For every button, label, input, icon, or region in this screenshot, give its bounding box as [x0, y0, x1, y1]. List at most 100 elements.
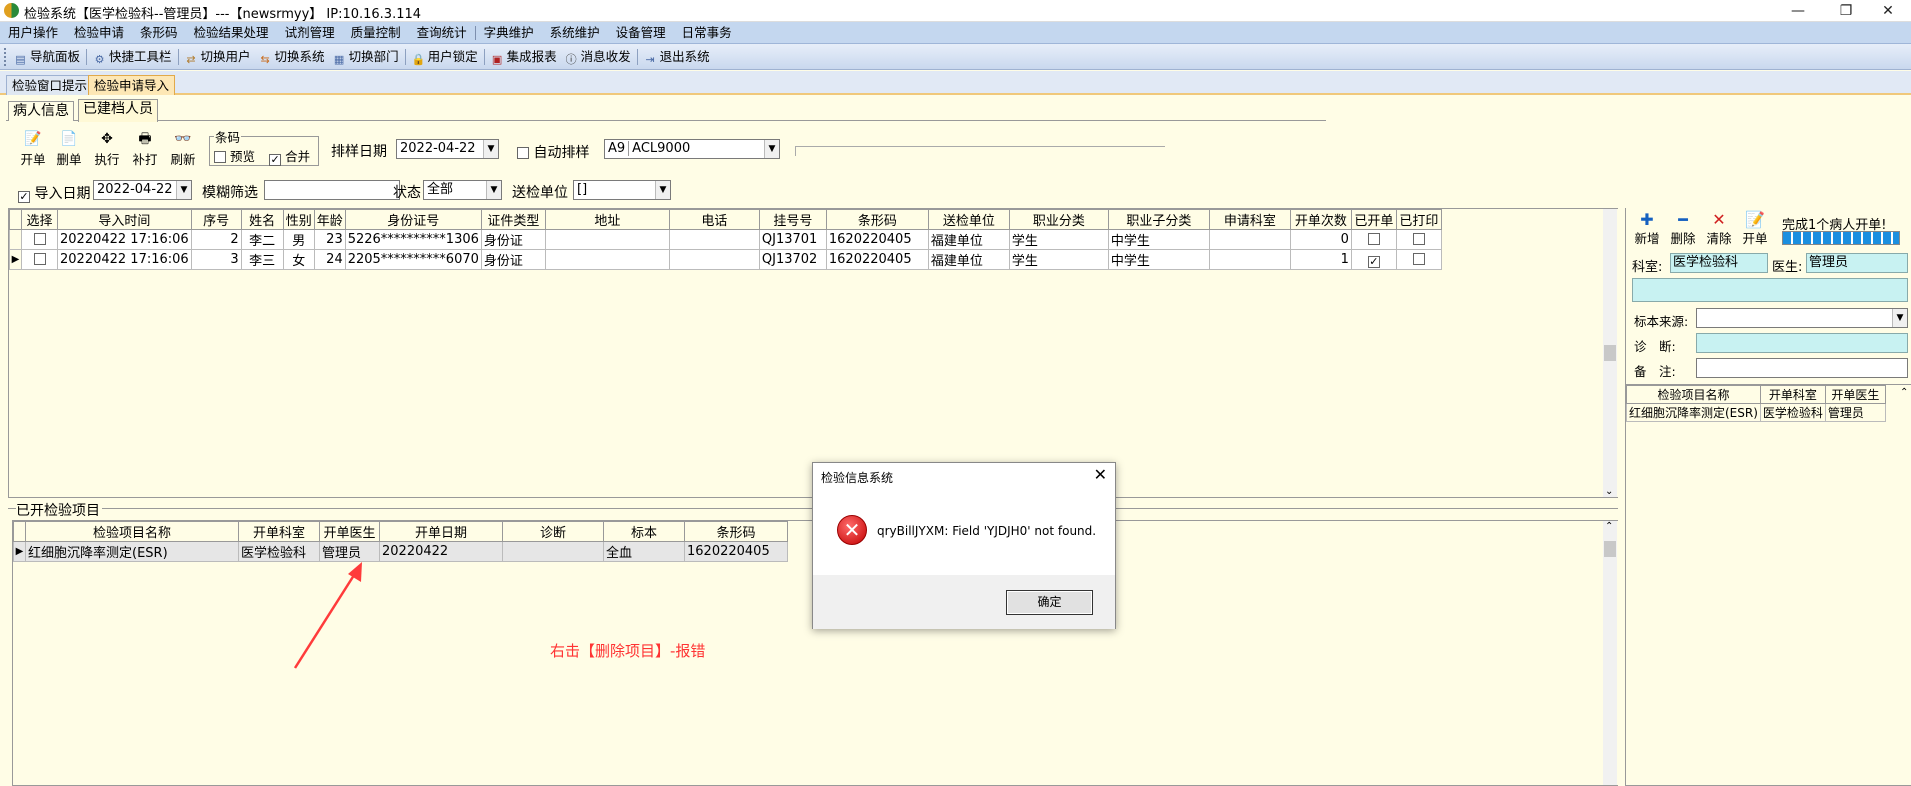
- column-header[interactable]: 条形码: [684, 521, 788, 542]
- toolbar-quick-toolbar[interactable]: ⚙ 快捷工具栏: [89, 46, 176, 68]
- column-header[interactable]: 序号: [190, 209, 242, 230]
- printed-cell[interactable]: [1395, 249, 1442, 270]
- status-select[interactable]: 全部 ▼: [423, 180, 502, 200]
- column-header[interactable]: 开单医生: [1824, 385, 1886, 404]
- chevron-down-icon[interactable]: ▼: [764, 140, 779, 158]
- open-order-panel-button[interactable]: 📝 开单: [1740, 212, 1770, 247]
- menu-system[interactable]: 系统维护: [542, 22, 608, 44]
- column-header[interactable]: 检验项目名称: [25, 521, 239, 542]
- unit-select[interactable]: [] ▼: [573, 180, 671, 200]
- chevron-up-icon[interactable]: ⌃: [1900, 387, 1908, 398]
- delete-button[interactable]: ━ 删除: [1668, 212, 1698, 247]
- patients-scrollbar[interactable]: ⌄: [1603, 209, 1617, 497]
- printed-checkbox[interactable]: [1412, 233, 1425, 245]
- printed-checkbox[interactable]: [1412, 253, 1425, 265]
- printed-cell[interactable]: [1395, 229, 1442, 250]
- chevron-down-icon[interactable]: ▼: [655, 181, 670, 199]
- column-header[interactable]: 职业分类: [1008, 209, 1109, 230]
- restore-button[interactable]: ❐: [1823, 0, 1869, 22]
- menu-query-stats[interactable]: 查询统计: [409, 22, 475, 44]
- opened-checkbox[interactable]: ✓: [1367, 255, 1380, 268]
- toolbar-messages[interactable]: ⓘ 消息收发: [561, 46, 635, 68]
- import-date-checkbox[interactable]: ✓: [18, 191, 30, 203]
- dept-field[interactable]: 医学检验科: [1670, 253, 1768, 273]
- select-checkbox[interactable]: [33, 233, 46, 245]
- column-header[interactable]: 诊断: [502, 521, 604, 542]
- add-button[interactable]: ✚ 新增: [1632, 212, 1662, 247]
- column-header[interactable]: 姓名: [240, 209, 284, 230]
- toolbar-switch-user[interactable]: ⇄ 切换用户: [181, 46, 255, 68]
- column-header[interactable]: 年龄: [313, 209, 346, 230]
- schedule-date-picker[interactable]: 2022-04-22 ▼: [396, 139, 499, 159]
- table-row[interactable]: 20220422 17:16:06 2 李二 男 23 5226********…: [9, 229, 1442, 250]
- auto-schedule-option[interactable]: 自动排样: [517, 142, 589, 162]
- auto-schedule-checkbox[interactable]: [517, 147, 529, 159]
- menu-user-ops[interactable]: 用户操作: [0, 22, 66, 44]
- opened-items-scrollbar[interactable]: ⌃: [1603, 521, 1617, 785]
- column-header[interactable]: 已打印: [1395, 209, 1442, 230]
- column-header[interactable]: 已开单: [1350, 209, 1397, 230]
- column-header[interactable]: 证件类型: [480, 209, 546, 230]
- column-header[interactable]: 开单次数: [1289, 209, 1352, 230]
- chevron-down-icon[interactable]: ▼: [1892, 309, 1907, 327]
- menu-reagent[interactable]: 试剂管理: [277, 22, 343, 44]
- ok-button[interactable]: 确定: [1006, 590, 1093, 615]
- diagnosis-field[interactable]: [1696, 333, 1908, 353]
- toolbar-switch-system[interactable]: ⇆ 切换系统: [255, 46, 329, 68]
- specimen-source-select[interactable]: ▼: [1696, 308, 1908, 328]
- reprint-button[interactable]: 🖶 补打: [128, 131, 162, 171]
- column-header[interactable]: 条形码: [825, 209, 929, 230]
- minimize-button[interactable]: —: [1775, 0, 1821, 22]
- import-date-option[interactable]: ✓ 导入日期: [18, 183, 90, 203]
- scrollbar-thumb[interactable]: [1604, 541, 1616, 557]
- toolbar-exit[interactable]: ⇥ 退出系统: [640, 46, 714, 68]
- menu-barcode[interactable]: 条形码: [132, 22, 186, 44]
- opened-cell[interactable]: [1350, 229, 1397, 250]
- clear-button[interactable]: ✕ 清除: [1704, 212, 1734, 247]
- dialog-close-icon[interactable]: ✕: [1094, 465, 1107, 484]
- import-date-picker[interactable]: 2022-04-22 ▼: [93, 180, 192, 200]
- column-header[interactable]: 性别: [282, 209, 315, 230]
- chevron-down-icon[interactable]: ▼: [176, 181, 191, 199]
- column-header[interactable]: 身份证号: [344, 209, 482, 230]
- column-header[interactable]: 送检单位: [927, 209, 1010, 230]
- column-header[interactable]: 地址: [544, 209, 670, 230]
- tab-patient-info[interactable]: 病人信息: [8, 101, 74, 121]
- column-header[interactable]: 检验项目名称: [1626, 385, 1761, 404]
- menu-quality-control[interactable]: 质量控制: [343, 22, 409, 44]
- patient-info-field[interactable]: [1632, 278, 1908, 302]
- refresh-button[interactable]: 👓 刷新: [166, 131, 200, 171]
- merge-checkbox[interactable]: ✓: [269, 154, 282, 166]
- column-header[interactable]: 开单科室: [1759, 385, 1826, 404]
- table-row[interactable]: 红细胞沉降率测定(ESR) 医学检验科 管理员: [1626, 403, 1886, 422]
- preview-option[interactable]: 预览: [214, 149, 255, 164]
- open-order-button[interactable]: 📝 开单: [16, 131, 50, 171]
- select-checkbox[interactable]: [33, 253, 46, 265]
- merge-option[interactable]: ✓ 合并: [269, 149, 310, 166]
- column-header[interactable]: 开单医生: [319, 521, 380, 542]
- opened-cell[interactable]: ✓: [1350, 249, 1397, 270]
- delete-order-button[interactable]: 📄 删单: [52, 131, 86, 171]
- column-header[interactable]: 职业子分类: [1107, 209, 1210, 230]
- execute-button[interactable]: ✥ 执行: [90, 131, 124, 171]
- chevron-up-icon[interactable]: ⌃: [1605, 521, 1613, 532]
- column-header[interactable]: 电话: [668, 209, 760, 230]
- menu-daily[interactable]: 日常事务: [674, 22, 740, 44]
- table-row[interactable]: ▶ 20220422 17:16:06 3 李三 女 24 2205******…: [9, 249, 1442, 270]
- toolbar-switch-department[interactable]: ▦ 切换部门: [329, 46, 403, 68]
- column-header[interactable]: 申请科室: [1208, 209, 1291, 230]
- select-cell[interactable]: [21, 249, 58, 270]
- tab-registered-persons[interactable]: 已建档人员: [78, 99, 158, 122]
- scrollbar-thumb[interactable]: [1604, 345, 1616, 361]
- menu-device[interactable]: 设备管理: [608, 22, 674, 44]
- menu-result-processing[interactable]: 检验结果处理: [186, 22, 277, 44]
- column-header[interactable]: 标本: [603, 521, 685, 542]
- select-cell[interactable]: [21, 229, 58, 250]
- toolbar-navigation-panel[interactable]: ▤ 导航面板: [10, 46, 84, 68]
- close-window-button[interactable]: ✕: [1865, 0, 1911, 22]
- menu-test-request[interactable]: 检验申请: [66, 22, 132, 44]
- fuzzy-filter-input[interactable]: [264, 180, 400, 200]
- column-header[interactable]: 选择: [21, 209, 58, 230]
- chevron-down-icon[interactable]: ▼: [483, 140, 498, 158]
- menu-dictionary[interactable]: 字典维护: [476, 22, 542, 44]
